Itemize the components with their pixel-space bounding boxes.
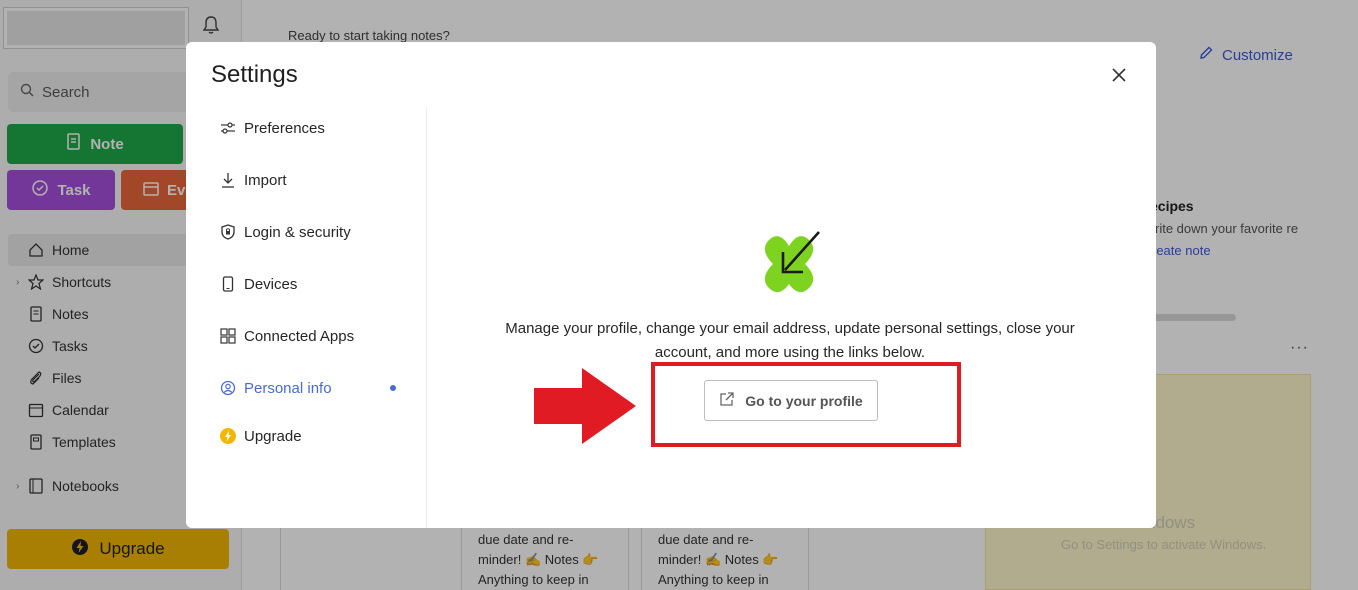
menu-item-label: Personal info	[244, 379, 332, 397]
menu-item-label: Login & security	[244, 223, 351, 241]
menu-item-preferences[interactable]: Preferences	[220, 113, 396, 143]
phone-icon	[220, 276, 236, 292]
personal-info-description: Manage your profile, change your email a…	[505, 320, 1075, 361]
apps-grid-icon	[220, 328, 236, 344]
menu-item-connected-apps[interactable]: Connected Apps	[220, 321, 396, 351]
sliders-icon	[220, 120, 236, 136]
menu-item-label: Upgrade	[244, 427, 302, 445]
close-icon[interactable]	[1108, 64, 1130, 86]
menu-item-label: Connected Apps	[244, 327, 355, 345]
modal-title: Settings	[211, 61, 298, 88]
download-icon	[220, 172, 236, 188]
windows-activation-subtitle: Go to Settings to activate Windows.	[1061, 537, 1267, 552]
shield-icon	[220, 224, 236, 240]
menu-item-label: Import	[244, 171, 287, 189]
red-arrow-icon	[534, 368, 638, 446]
menu-item-import[interactable]: Import	[220, 165, 396, 195]
menu-item-login-security[interactable]: Login & security	[220, 217, 396, 247]
menu-item-upgrade[interactable]: Upgrade	[220, 421, 396, 451]
menu-item-personal-info[interactable]: Personal info	[220, 373, 396, 403]
menu-item-label: Preferences	[244, 119, 325, 137]
highlight-rectangle	[651, 362, 961, 447]
person-circle-icon	[220, 380, 236, 396]
profile-logo-icon	[753, 228, 825, 300]
settings-modal: Settings Preferences Import Login & secu…	[186, 42, 1156, 528]
active-indicator-dot	[390, 385, 396, 391]
menu-item-devices[interactable]: Devices	[220, 269, 396, 299]
menu-item-label: Devices	[244, 275, 298, 293]
bolt-icon	[220, 428, 236, 444]
modal-divider	[426, 108, 427, 528]
